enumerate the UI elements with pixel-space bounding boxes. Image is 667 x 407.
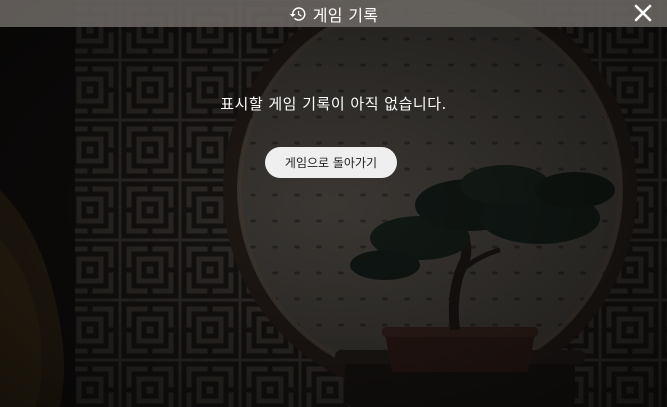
history-icon (289, 5, 307, 23)
title-group: 게임 기록 (0, 0, 667, 27)
back-to-game-button[interactable]: 게임으로 돌아가기 (265, 147, 397, 178)
game-history-screen: 게임 기록 표시할 게임 기록이 아직 없습니다. 게임으로 돌아가기 (0, 0, 667, 407)
page-title: 게임 기록 (312, 5, 379, 25)
empty-state-message: 표시할 게임 기록이 아직 없습니다. (220, 95, 447, 113)
close-button[interactable] (633, 3, 653, 23)
close-icon (634, 4, 652, 22)
dim-overlay (0, 0, 667, 407)
